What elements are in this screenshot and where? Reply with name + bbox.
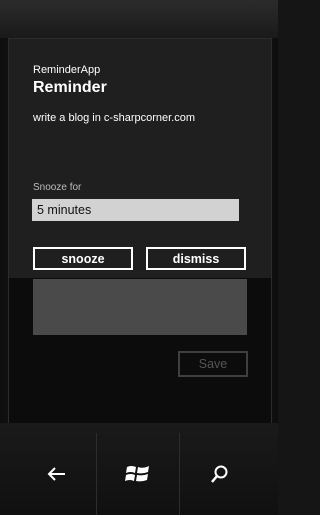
back-button[interactable]	[18, 433, 96, 515]
phone-top-bezel	[0, 0, 278, 38]
save-button[interactable]: Save	[178, 351, 248, 377]
snooze-label: Snooze for	[33, 182, 82, 193]
reminder-message: write a blog in c-sharpcorner.com	[33, 112, 196, 124]
windows-logo-icon	[125, 466, 149, 482]
screen: Save ReminderApp Reminder write a blog i…	[8, 38, 272, 425]
snooze-button[interactable]: snooze	[33, 247, 133, 270]
start-button[interactable]	[96, 433, 180, 515]
dismiss-button[interactable]: dismiss	[146, 247, 246, 270]
reminder-textbox[interactable]	[33, 279, 247, 335]
hardware-nav-bar	[0, 423, 278, 515]
reminder-popup: ReminderApp Reminder write a blog in c-s…	[9, 39, 271, 278]
reminder-title: Reminder	[33, 79, 107, 96]
app-name: ReminderApp	[33, 64, 101, 76]
phone-frame: Save ReminderApp Reminder write a blog i…	[0, 0, 278, 515]
snooze-duration-select[interactable]: 5 minutes	[32, 199, 239, 221]
search-icon	[211, 465, 228, 483]
back-arrow-icon	[47, 467, 65, 481]
search-button[interactable]	[180, 433, 260, 515]
